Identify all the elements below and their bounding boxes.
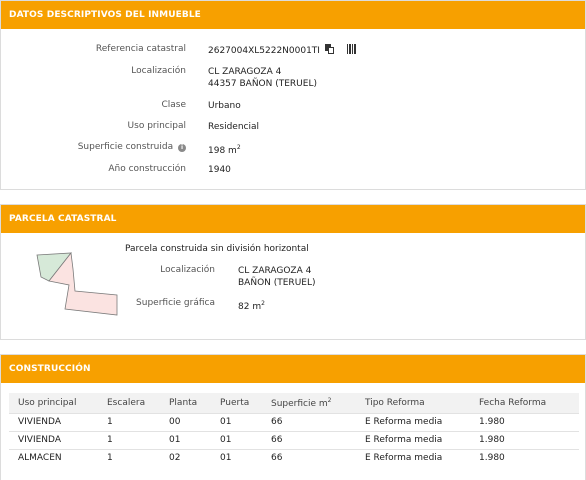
col-escalera: Escalera <box>98 393 160 413</box>
cell-tipo-reforma: E Reforma media <box>356 412 470 431</box>
cell-escalera: 1 <box>98 430 160 449</box>
uso-label: Uso principal <box>127 121 186 131</box>
uso-value: Residencial <box>208 122 259 132</box>
cell-uso: VIVIENDA <box>9 430 98 449</box>
table-row: VIVIENDA 1 01 01 66 E Reforma media 1.98… <box>9 430 579 449</box>
parcela-superficie-row: Superficie gráfica 82 m2 <box>1 298 585 312</box>
clase-value: Urbano <box>208 101 241 111</box>
col-superficie-label: Superficie m <box>271 398 328 409</box>
parcela-catastral-panel: PARCELA CATASTRAL Parcela construida sin… <box>0 204 586 340</box>
parcela-superficie-exp: 2 <box>261 300 265 307</box>
parcela-localizacion-line1: CL ZARAGOZA 4 <box>238 266 312 276</box>
referencia-value-wrap: 2627004XL5222N0001TI <box>208 44 357 57</box>
cell-uso: ALMACEN <box>9 448 98 467</box>
construccion-table: Uso principal Escalera Planta Puerta Sup… <box>9 393 579 467</box>
localizacion-label: Localización <box>131 66 186 76</box>
cell-tipo-reforma: E Reforma media <box>356 430 470 449</box>
superficie-value-wrap: 198 m2 <box>208 142 241 157</box>
col-superficie-exp: 2 <box>327 396 332 404</box>
parcela-catastral-header: PARCELA CATASTRAL <box>1 205 585 233</box>
col-tipo-reforma: Tipo Reforma <box>356 393 470 413</box>
parcela-superficie-label: Superficie gráfica <box>136 298 215 308</box>
table-row: VIVIENDA 1 00 01 66 E Reforma media 1.98… <box>9 412 579 431</box>
construccion-panel: CONSTRUCCIÓN Uso principal Escalera Plan… <box>0 354 586 480</box>
cell-fecha-reforma: 1.980 <box>470 430 579 449</box>
cell-planta: 00 <box>160 412 211 431</box>
anio-label: Año construcción <box>108 164 186 174</box>
col-uso-principal: Uso principal <box>9 393 98 413</box>
cell-fecha-reforma: 1.980 <box>470 412 579 431</box>
cell-puerta: 01 <box>211 430 262 449</box>
info-icon[interactable]: i <box>178 144 186 152</box>
referencia-label: Referencia catastral <box>95 44 186 54</box>
datos-descriptivos-header: DATOS DESCRIPTIVOS DEL INMUEBLE <box>1 1 585 29</box>
cell-superficie: 66 <box>262 412 356 431</box>
parcela-superficie-value-wrap: 82 m2 <box>238 298 265 313</box>
cell-superficie: 66 <box>262 448 356 467</box>
parcela-superficie-value: 82 m <box>238 302 262 312</box>
datos-descriptivos-panel: DATOS DESCRIPTIVOS DEL INMUEBLE Referenc… <box>0 0 586 190</box>
anio-value: 1940 <box>208 165 231 175</box>
localizacion-line2: 44357 BAÑON (TERUEL) <box>208 79 317 89</box>
col-puerta: Puerta <box>211 393 262 413</box>
parcela-localizacion-line2: BAÑON (TERUEL) <box>238 278 316 288</box>
clase-label: Clase <box>161 100 186 110</box>
superficie-label: Superficie construida <box>77 142 174 152</box>
barcode-icon[interactable] <box>346 44 357 54</box>
parcela-localizacion-row: Localización CL ZARAGOZA 4 BAÑON (TERUEL… <box>1 265 585 291</box>
parcela-localizacion-label: Localización <box>160 265 215 275</box>
clase-row: Clase Urbano <box>1 100 585 114</box>
superficie-exp: 2 <box>236 144 241 151</box>
cell-planta: 01 <box>160 430 211 449</box>
cell-puerta: 01 <box>211 412 262 431</box>
parcela-localizacion-value: CL ZARAGOZA 4 BAÑON (TERUEL) <box>238 265 316 289</box>
col-superficie: Superficie m2 <box>262 393 356 413</box>
construccion-header: CONSTRUCCIÓN <box>1 355 585 383</box>
referencia-row: Referencia catastral 2627004XL5222N0001T… <box>1 44 585 58</box>
cell-tipo-reforma: E Reforma media <box>356 448 470 467</box>
table-header-row: Uso principal Escalera Planta Puerta Sup… <box>9 393 579 413</box>
cell-escalera: 1 <box>98 448 160 467</box>
col-planta: Planta <box>160 393 211 413</box>
cell-planta: 02 <box>160 448 211 467</box>
cell-uso: VIVIENDA <box>9 412 98 431</box>
col-fecha-reforma: Fecha Reforma <box>470 393 579 413</box>
copy-icon[interactable] <box>324 44 334 54</box>
superficie-row: Superficie construida i 198 m2 <box>1 142 585 156</box>
localizacion-value: CL ZARAGOZA 4 44357 BAÑON (TERUEL) <box>208 66 317 90</box>
referencia-value[interactable]: 2627004XL5222N0001TI <box>208 46 320 56</box>
cell-puerta: 01 <box>211 448 262 467</box>
cell-superficie: 66 <box>262 430 356 449</box>
uso-row: Uso principal Residencial <box>1 121 585 135</box>
parcela-title: Parcela construida sin división horizont… <box>125 244 309 254</box>
localizacion-row: Localización CL ZARAGOZA 4 44357 BAÑON (… <box>1 66 585 92</box>
superficie-label-wrap: Superficie construida i <box>78 142 186 152</box>
table-row: ALMACEN 1 02 01 66 E Reforma media 1.980 <box>9 448 579 467</box>
cell-fecha-reforma: 1.980 <box>470 448 579 467</box>
localizacion-line1: CL ZARAGOZA 4 <box>208 67 282 77</box>
anio-row: Año construcción 1940 <box>1 164 585 178</box>
superficie-value: 198 m <box>208 146 237 156</box>
cell-escalera: 1 <box>98 412 160 431</box>
